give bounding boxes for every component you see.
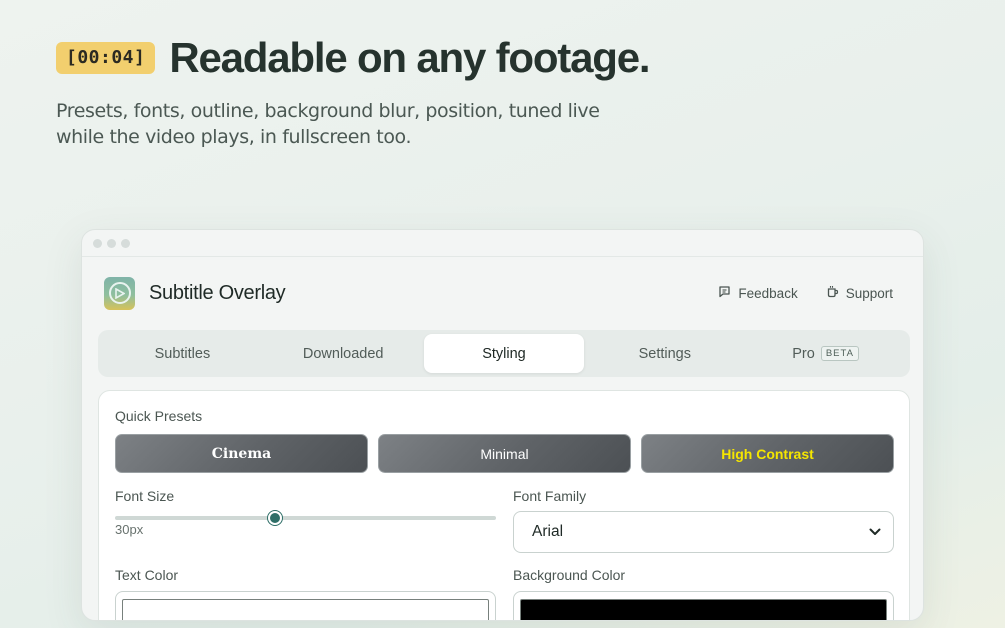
background-color-picker[interactable] <box>513 591 894 620</box>
tab-label: Styling <box>482 345 526 362</box>
tab-settings[interactable]: Settings <box>584 334 745 373</box>
hero-subtitle: Presets, fonts, outline, background blur… <box>56 100 600 148</box>
window-close-dot[interactable] <box>93 238 102 248</box>
font-size-value: 30px <box>115 522 144 537</box>
preset-high-contrast-button[interactable]: High Contrast <box>641 434 894 473</box>
font-family-value: Arial <box>532 523 564 540</box>
tab-label: Subtitles <box>154 345 211 362</box>
play-circle-logo <box>104 276 135 310</box>
text-color-picker[interactable] <box>115 591 496 620</box>
styling-panel: Quick Presets Cinema Minimal High Contra… <box>98 390 910 620</box>
hero-title-row: [00:04] Readable on any footage. <box>56 34 651 82</box>
quick-presets-label: Quick Presets <box>115 408 203 424</box>
support-label: Support <box>845 285 893 301</box>
text-color-swatch[interactable] <box>122 599 489 620</box>
preset-row: Cinema Minimal High Contrast <box>115 434 894 473</box>
text-color-label: Text Color <box>115 567 179 583</box>
slider-thumb[interactable] <box>268 511 283 525</box>
app-header: Subtitle Overlay Feedback Support <box>104 276 893 310</box>
tab-bar: Subtitles Downloaded Styling Settings Pr… <box>98 330 910 377</box>
preset-minimal-button[interactable]: Minimal <box>378 434 631 473</box>
feedback-button[interactable]: Feedback <box>718 285 798 301</box>
background-color-swatch[interactable] <box>520 599 887 620</box>
beta-badge: BETA <box>820 346 859 361</box>
chat-bubble-icon <box>718 285 731 301</box>
feedback-label: Feedback <box>738 285 798 301</box>
tab-label: Settings <box>638 345 691 362</box>
tab-subtitles[interactable]: Subtitles <box>102 334 263 373</box>
app-name: Subtitle Overlay <box>149 281 286 304</box>
tab-label: Downloaded <box>302 345 384 362</box>
timecode-badge: [00:04] <box>56 42 156 74</box>
font-family-select[interactable]: Arial <box>513 511 894 553</box>
window-minimize-dot[interactable] <box>107 238 116 248</box>
tab-pro[interactable]: Pro BETA <box>745 334 906 373</box>
font-family-label: Font Family <box>513 488 587 504</box>
tab-downloaded[interactable]: Downloaded <box>263 334 424 373</box>
tab-label: Pro <box>792 345 815 362</box>
window-titlebar <box>82 230 923 257</box>
font-size-label: Font Size <box>115 488 175 504</box>
preset-cinema-button[interactable]: Cinema <box>115 434 368 473</box>
mug-icon <box>826 285 839 301</box>
window-maximize-dot[interactable] <box>121 238 130 248</box>
hero: [00:04] Readable on any footage. Presets… <box>56 34 651 150</box>
slider-track[interactable] <box>115 516 496 520</box>
background-color-label: Background Color <box>513 567 626 583</box>
font-size-slider[interactable] <box>115 511 496 525</box>
app-window: Subtitle Overlay Feedback Support Subtit… <box>81 229 924 621</box>
header-actions: Feedback Support <box>718 285 893 301</box>
tab-styling[interactable]: Styling <box>423 334 585 373</box>
support-button[interactable]: Support <box>826 285 893 301</box>
chevron-down-icon <box>869 523 881 541</box>
hero-title: Readable on any footage. <box>169 34 650 81</box>
